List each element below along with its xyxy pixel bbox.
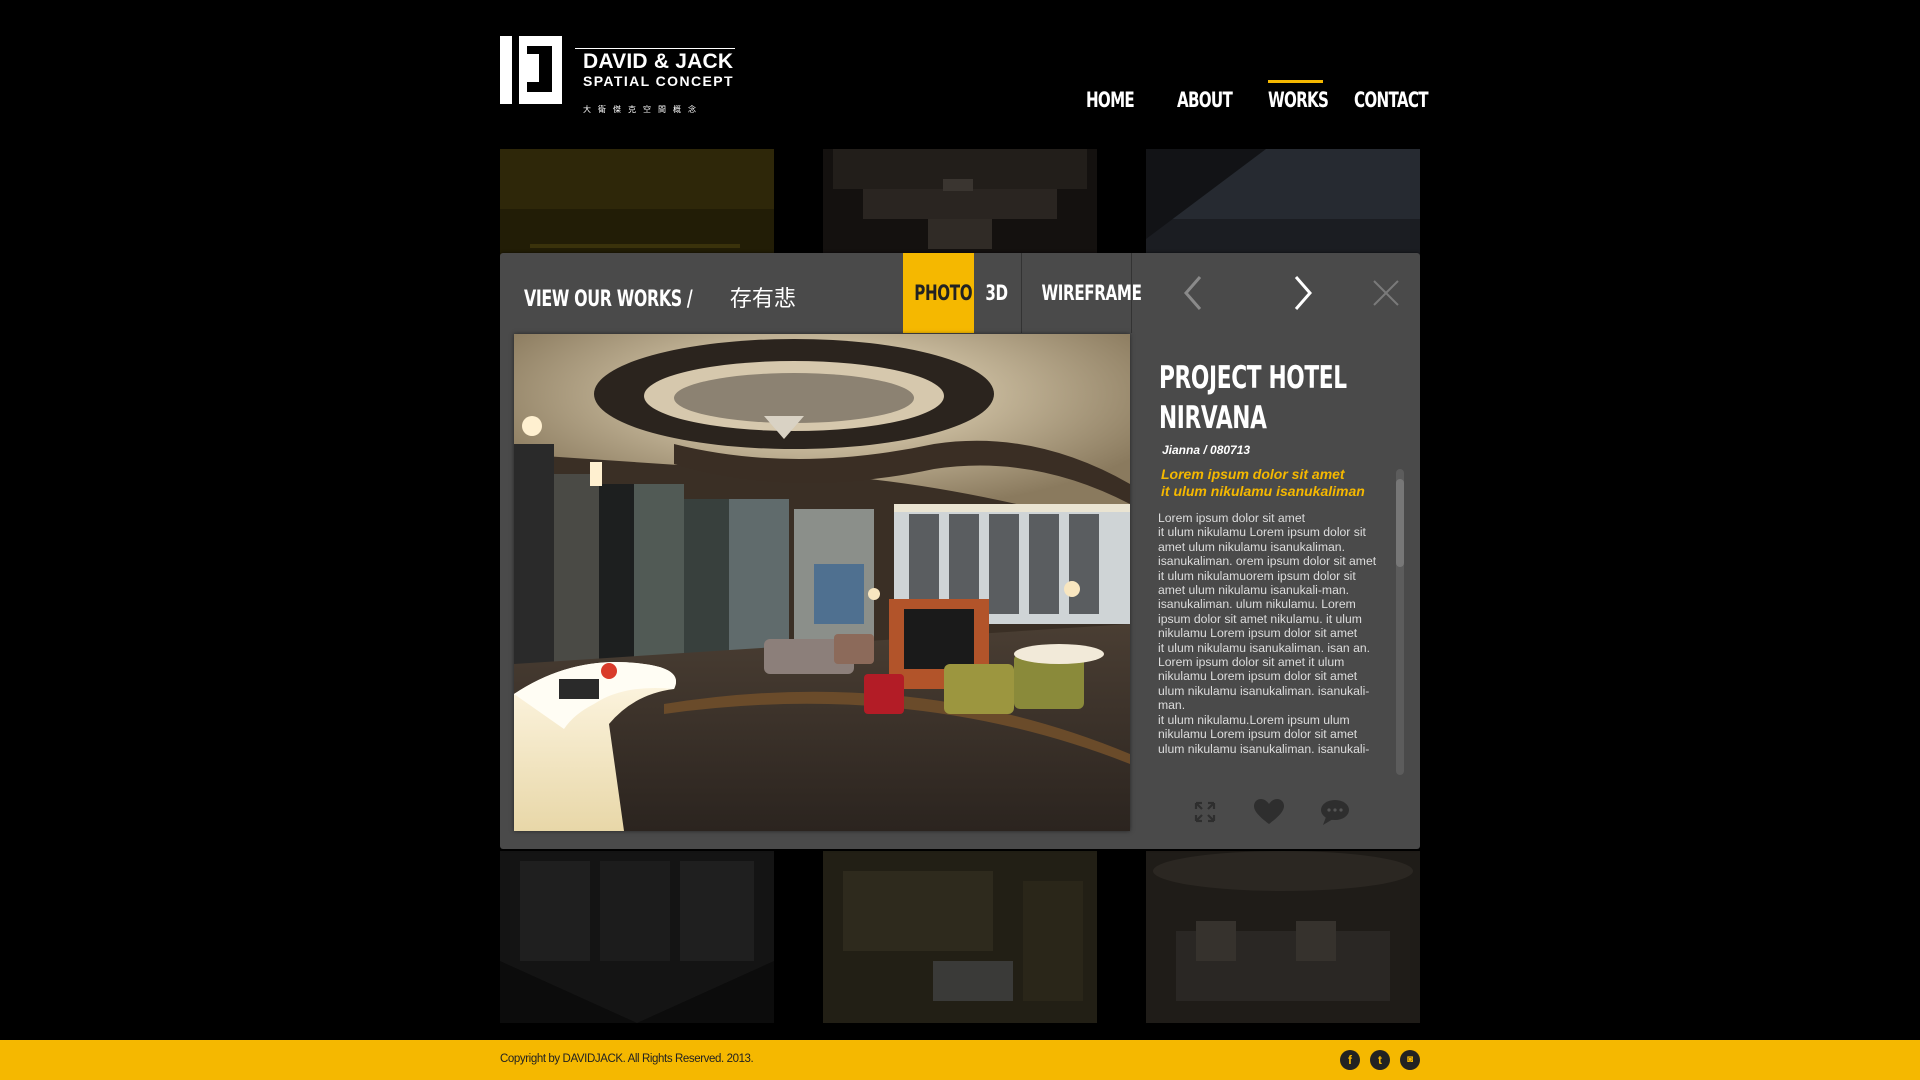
tab-wireframe[interactable]: WIREFRAME <box>1022 253 1141 333</box>
close-icon[interactable] <box>1362 271 1406 315</box>
main-nav: HOME ABOUT WORKS CONTACT <box>1080 80 1429 122</box>
nav-about[interactable]: ABOUT <box>1177 88 1233 112</box>
gallery-thumb[interactable] <box>500 851 774 1023</box>
twitter-icon[interactable]: t <box>1370 1050 1390 1070</box>
brand-chinese: 大衛傑克空間概念 <box>583 105 703 114</box>
logo-divider <box>575 48 735 49</box>
nav-works[interactable]: WORKS <box>1268 88 1329 112</box>
tab-photo[interactable]: PHOTO <box>903 253 974 333</box>
heart-icon[interactable] <box>1252 797 1286 827</box>
project-meta: Jianna / 080713 <box>1162 443 1251 457</box>
brand-name: DAVID & JACK <box>583 50 734 73</box>
nav-contact[interactable]: CONTACT <box>1354 88 1429 112</box>
project-photo[interactable] <box>514 334 1130 831</box>
copyright-text: Copyright by DAVIDJACK. All Rights Reser… <box>500 1053 754 1065</box>
modal-title-zh: 存有悲 <box>729 286 796 311</box>
gallery-thumb[interactable] <box>1146 851 1420 1023</box>
description-scrollbar[interactable] <box>1396 469 1404 775</box>
nav-active-indicator <box>1268 80 1323 83</box>
modal-title: VIEW OUR WORKS / 存有悲 <box>524 281 796 313</box>
works-modal: VIEW OUR WORKS / 存有悲 PHOTO 3D WIREFRAME <box>500 253 1420 849</box>
expand-icon[interactable] <box>1188 797 1222 827</box>
project-description: Lorem ipsum dolor sit amet it ulum nikul… <box>1158 511 1377 756</box>
project-title: PROJECT HOTEL NIRVANA <box>1159 360 1347 436</box>
tab-3d[interactable]: 3D <box>974 253 1020 333</box>
scrollbar-thumb[interactable] <box>1396 479 1404 567</box>
project-subtitle: Lorem ipsum dolor sit amet it ulum nikul… <box>1161 466 1365 499</box>
brand-tagline: SPATIAL CONCEPT <box>583 73 734 89</box>
gallery-thumb[interactable] <box>823 851 1097 1023</box>
nav-home[interactable]: HOME <box>1086 88 1135 112</box>
chevron-left-icon[interactable] <box>1172 271 1216 315</box>
logo-mark <box>500 36 562 104</box>
logo[interactable]: DAVID & JACK SPATIAL CONCEPT 大衛傑克空間概念 <box>500 36 740 120</box>
footer: Copyright by DAVIDJACK. All Rights Reser… <box>0 1040 1920 1080</box>
modal-title-en: VIEW OUR WORKS / <box>524 287 693 312</box>
instagram-icon[interactable]: ◙ <box>1400 1050 1420 1070</box>
comment-icon[interactable] <box>1318 797 1352 827</box>
facebook-icon[interactable]: f <box>1340 1050 1360 1070</box>
chevron-right-icon[interactable] <box>1280 271 1324 315</box>
